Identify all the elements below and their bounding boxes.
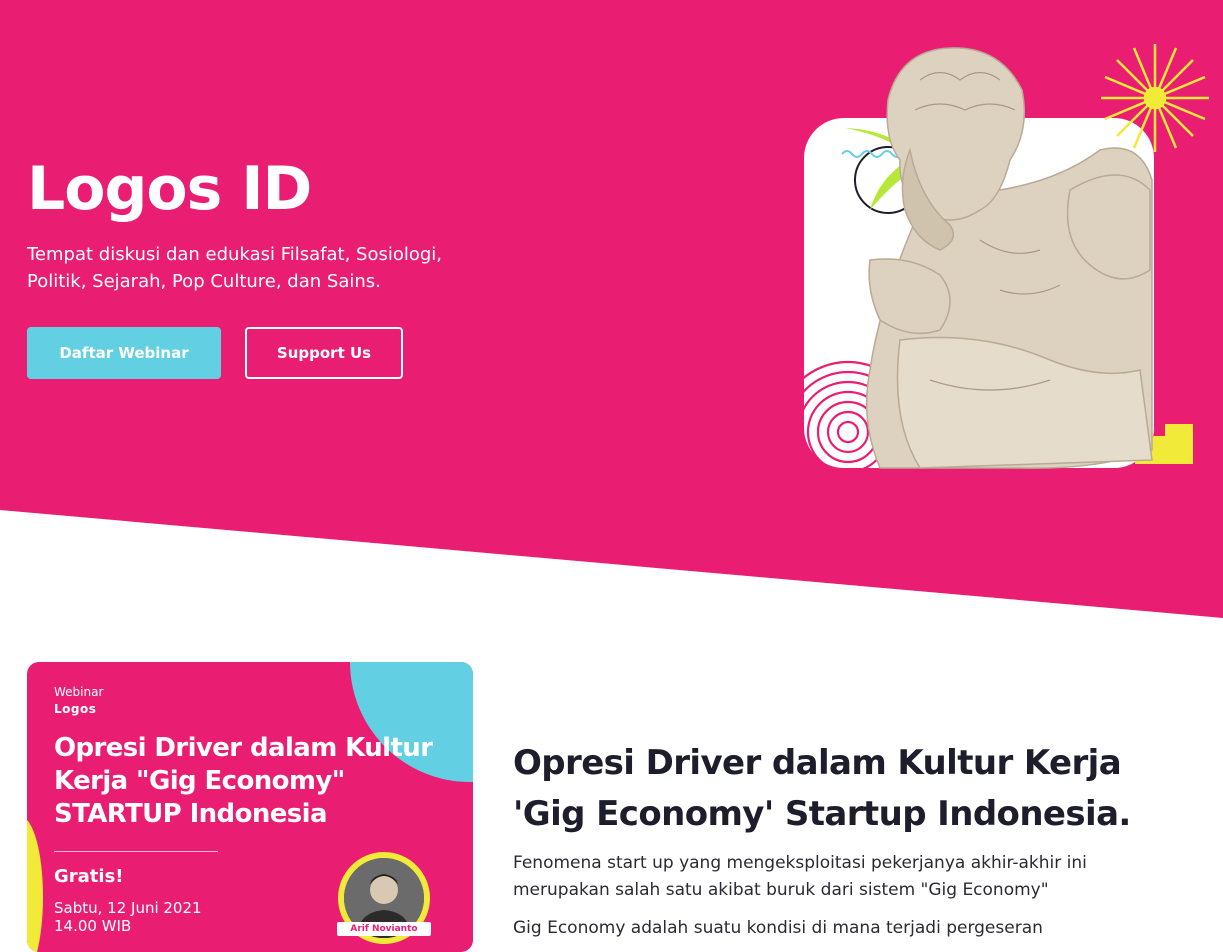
- speaker-name: Arif Novianto: [337, 922, 431, 936]
- webinar-poster-image[interactable]: Webinar Logos Opresi Driver dalam Kultur…: [27, 662, 473, 952]
- hero-title: Logos ID: [27, 154, 312, 224]
- poster-divider: [54, 851, 218, 852]
- poster-free-label: Gratis!: [54, 866, 124, 887]
- poster-title: Opresi Driver dalam Kultur Kerja "Gig Ec…: [54, 733, 433, 829]
- article-title[interactable]: Opresi Driver dalam Kultur Kerja 'Gig Ec…: [513, 738, 1193, 840]
- support-us-button[interactable]: Support Us: [245, 327, 403, 379]
- poster-date: Sabtu, 12 Juni 2021: [54, 899, 202, 917]
- poster-time: 14.00 WIB: [54, 917, 132, 935]
- daftar-webinar-button[interactable]: Daftar Webinar: [27, 327, 221, 379]
- poster-label: Webinar: [54, 685, 104, 699]
- thinker-statue-illustration: [800, 44, 1209, 470]
- poster-logo: Logos: [54, 702, 97, 716]
- decorative-yellow-shape: [27, 817, 43, 952]
- hero-subtitle: Tempat diskusi dan edukasi Filsafat, Sos…: [27, 244, 443, 292]
- article-paragraph: Fenomena start up yang mengeksploitasi p…: [513, 853, 1087, 900]
